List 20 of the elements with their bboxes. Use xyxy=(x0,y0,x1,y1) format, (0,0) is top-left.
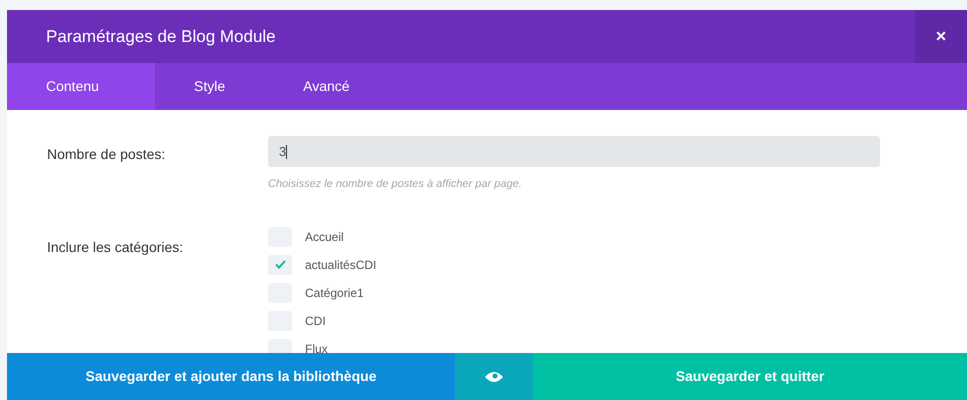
eye-icon xyxy=(485,370,503,382)
checkbox-label: actualitésCDI xyxy=(305,256,376,274)
modal-title: Paramétrages de Blog Module xyxy=(46,26,276,48)
close-button[interactable]: × xyxy=(915,10,967,63)
tab[interactable]: Avancé xyxy=(264,63,389,110)
tab[interactable]: Style xyxy=(155,63,264,110)
check-icon xyxy=(274,260,286,269)
checkbox-label: Flux xyxy=(305,340,328,353)
number-input-field[interactable]: 3 xyxy=(268,136,880,167)
help-text: Choisissez le nombre de postes à afficher par page. xyxy=(268,177,522,192)
save-library-button[interactable]: Sauvegarder et ajouter dans la bibliothèque xyxy=(7,353,455,400)
preview-button[interactable] xyxy=(455,353,533,400)
field-label: Nombre de postes: xyxy=(47,146,166,162)
checkbox-label: CDI xyxy=(305,312,326,330)
checkbox-label: Catégorie1 xyxy=(305,284,364,302)
tab[interactable]: Contenu xyxy=(7,63,155,110)
field-label: Inclure les catégories: xyxy=(47,238,184,254)
checkbox[interactable] xyxy=(268,254,292,274)
checkbox-label: Accueil xyxy=(305,228,344,246)
checkbox[interactable] xyxy=(268,338,292,353)
